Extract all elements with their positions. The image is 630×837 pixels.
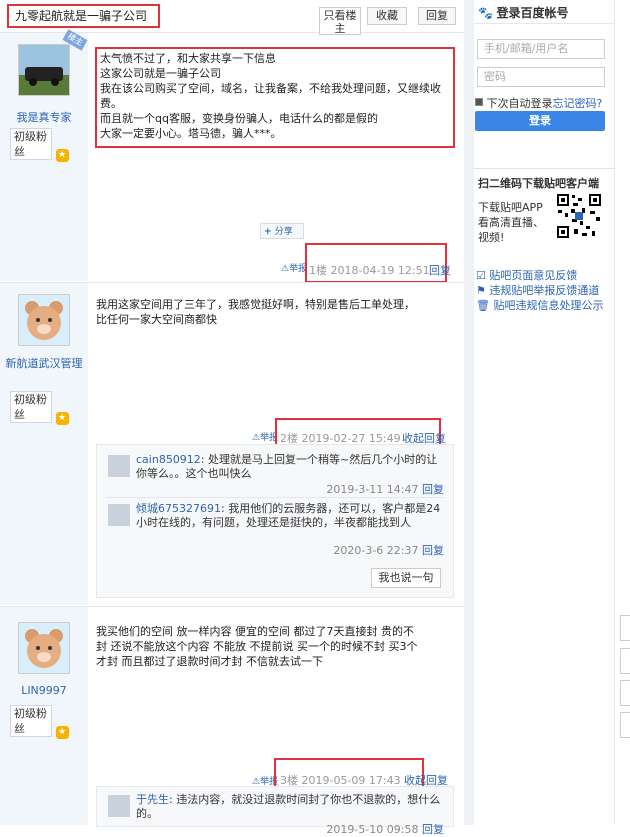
login-title: 登录百度帐号 xyxy=(496,6,569,20)
post2-username[interactable]: 新航道武汉管理 xyxy=(4,357,84,370)
content-line: 比任何一家大空间商都快 xyxy=(96,313,217,326)
reply-username[interactable]: cain850912 xyxy=(136,453,201,466)
floating-tool-button[interactable] xyxy=(620,712,630,738)
content-line: 我在该公司购买了空间，域名，让我备案，不给我处理问题，又继续收费。 xyxy=(100,82,441,110)
floating-tool-button[interactable] xyxy=(620,648,630,674)
post1-floor-time: 1楼 2018-04-19 12:51 xyxy=(309,264,430,277)
feedback-icon: ☑ xyxy=(476,269,486,282)
reply-reply-link[interactable]: 回复 xyxy=(422,544,444,557)
sidebar-gap xyxy=(464,0,474,825)
alert-icon: ⚠ xyxy=(252,433,261,443)
say-something-button[interactable]: 我也说一句 xyxy=(371,568,441,588)
bear-avatar-icon xyxy=(19,295,69,345)
rank-label: 初级粉丝 xyxy=(10,128,52,160)
post3-content: 我买他们的空间 放一样内容 便宜的空间 都过了7天直接封 贵的不 封 还说不能放… xyxy=(96,624,456,669)
login-divider xyxy=(474,23,614,24)
login-button[interactable]: 登录 xyxy=(475,111,605,131)
reply-item: 倾城675327691: 我用他们的云服务器，还可以，客户都是24小时在线的，有… xyxy=(136,502,441,529)
avatar[interactable] xyxy=(18,44,70,96)
username-input[interactable]: 手机/邮箱/用户名 xyxy=(477,39,605,59)
favorite-button[interactable]: 收藏 xyxy=(367,7,407,25)
share-button[interactable]: + 分享 xyxy=(260,223,304,239)
reply-time: 2020-3-6 22:37 xyxy=(333,544,419,557)
login-title-row: 🐾 登录百度帐号 xyxy=(478,4,568,21)
reply-text: 违法内容，就没过退款时间封了你也不退款的，想什么的。 xyxy=(136,793,441,820)
reply-meta: 2019-3-11 14:47 回复 xyxy=(300,481,444,497)
star-icon: ★ xyxy=(55,149,69,162)
report-channel-icon: ⚑ xyxy=(476,284,486,297)
qr-code-icon xyxy=(556,193,602,239)
floating-tool-button[interactable] xyxy=(620,615,630,641)
violation-notice-item[interactable]: 🗑 贴吧违规信息处理公示 xyxy=(476,299,610,313)
post3-username[interactable]: LIN9997 xyxy=(0,684,88,697)
content-line: 我用这家空间用了三年了，我感觉挺好啊，特别是售后工单处理， xyxy=(96,298,415,311)
reply-item: 于先生: 违法内容，就没过退款时间封了你也不退款的，想什么的。 xyxy=(136,793,441,820)
post1-rank: 初级粉丝 ★ xyxy=(10,128,69,162)
bear-avatar-icon xyxy=(19,623,69,673)
reply-time: 2019-3-11 14:47 xyxy=(326,483,419,496)
avatar[interactable] xyxy=(18,294,70,346)
app-title: 扫二维码下载贴吧客户端 xyxy=(478,177,599,190)
reply-meta: 2020-3-6 22:37 回复 xyxy=(300,542,444,558)
report-channel-item[interactable]: ⚑ 违规贴吧举报反馈通道 xyxy=(476,284,610,298)
feedback-link-item[interactable]: ☑ 贴吧页面意见反馈 xyxy=(476,269,610,283)
content-line: 太气愤不过了，和大家共享一下信息 xyxy=(100,52,276,65)
post1-content: 太气愤不过了，和大家共享一下信息 这家公司就是一骗子公司 我在该公司购买了空间，… xyxy=(95,47,455,148)
violation-notice-link[interactable]: 贴吧违规信息处理公示 xyxy=(493,299,603,312)
reply-username[interactable]: 倾城675327691 xyxy=(136,502,221,515)
post3-rank: 初级粉丝 ★ xyxy=(10,705,69,739)
forgot-password-link[interactable]: 忘记密码? xyxy=(553,97,603,110)
content-line: 这家公司就是一骗子公司 xyxy=(100,67,221,80)
post2-content: 我用这家空间用了三年了，我感觉挺好啊，特别是售后工单处理， 比任何一家大空间商都… xyxy=(96,297,456,327)
avatar[interactable] xyxy=(108,795,130,817)
content-line: 而且就一个qq客服，变换身份骗人，电话什么的都是假的 xyxy=(100,112,378,125)
thread-title: 九零起航就是一骗子公司 xyxy=(7,4,160,28)
app-desc: 下载贴吧APP 看高清直播、视频! xyxy=(478,201,544,244)
reply-divider xyxy=(106,497,444,498)
report-link[interactable]: ⚠举报 xyxy=(281,261,307,274)
reply-meta: 2019-5-10 09:58 回复 xyxy=(300,821,444,837)
rank-label: 初级粉丝 xyxy=(10,391,52,423)
content-line: 大家一定要小心。塔马德，骗人***。 xyxy=(100,127,282,140)
star-icon: ★ xyxy=(55,726,69,739)
post1-username[interactable]: 我是真专家 xyxy=(0,109,88,125)
remember-checkbox[interactable] xyxy=(475,98,483,106)
post1-reply-link[interactable]: 回复 xyxy=(429,262,451,278)
share-label: 分享 xyxy=(274,227,293,237)
password-input[interactable]: 密码 xyxy=(477,67,605,87)
avatar[interactable] xyxy=(18,622,70,674)
paw-icon: 🐾 xyxy=(478,6,493,20)
floating-tool-button[interactable] xyxy=(620,680,630,706)
remember-row: 下次自动登录忘记密码? xyxy=(475,95,602,111)
post2-rank: 初级粉丝 ★ xyxy=(10,391,69,425)
rank-label: 初级粉丝 xyxy=(10,705,52,737)
reply-item: cain850912: 处理就是马上回复一个稍等~然后几个小时的让你等么。。这个… xyxy=(136,453,438,480)
report-channel-link[interactable]: 违规贴吧举报反馈通道 xyxy=(489,284,599,297)
reply-reply-link[interactable]: 回复 xyxy=(422,483,444,496)
plus-icon: + xyxy=(264,227,275,237)
star-icon: ★ xyxy=(55,412,69,425)
reply-username[interactable]: 于先生 xyxy=(136,793,169,806)
feedback-link[interactable]: 贴吧页面意见反馈 xyxy=(489,269,577,282)
content-line: 才封 而且都过了退款时间才封 不信就去试一下 xyxy=(96,655,323,668)
only-op-button[interactable]: 只看楼主 xyxy=(319,7,361,35)
car-avatar-icon xyxy=(19,45,69,95)
alert-icon: ⚠ xyxy=(281,264,290,274)
trash-icon: 🗑 xyxy=(476,299,490,312)
avatar[interactable] xyxy=(108,455,130,477)
content-line: 我买他们的空间 放一样内容 便宜的空间 都过了7天直接封 贵的不 xyxy=(96,625,414,638)
avatar[interactable] xyxy=(108,504,130,526)
remember-label: 下次自动登录 xyxy=(486,97,553,110)
content-line: 封 还说不能放这个内容 不能放 不提前说 买一个的时候不封 买3个 xyxy=(96,640,418,653)
reply-button[interactable]: 回复 xyxy=(418,7,456,25)
